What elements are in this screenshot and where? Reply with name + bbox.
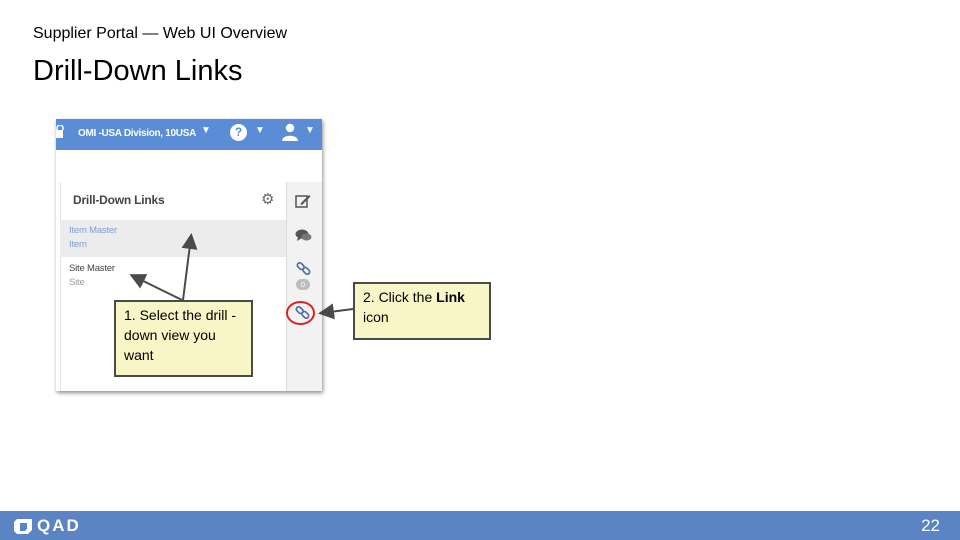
qad-logo: QAD [14, 517, 81, 535]
item-master-link[interactable]: Item Master [69, 225, 117, 236]
callout-select-view: 1. Select the drill -down view you want [114, 300, 253, 377]
callout-click-prefix: 2. Click the [363, 289, 437, 305]
arrow-to-link-icon [318, 303, 354, 320]
link-count-badge: 0 [296, 279, 310, 290]
callout-click-bold: Link [436, 289, 465, 305]
chevron-down-icon[interactable]: ▼ [201, 125, 211, 136]
slide-subtitle: Supplier Portal — Web UI Overview [33, 25, 288, 42]
panel-title: Drill-Down Links [73, 193, 165, 207]
chat-icon[interactable] [295, 229, 312, 243]
user-icon[interactable] [282, 123, 298, 141]
item-master-sub: Item [69, 239, 87, 250]
help-icon[interactable]: ? [230, 124, 247, 141]
chevron-down-icon[interactable]: ▼ [255, 125, 265, 136]
logo-text: QAD [37, 516, 81, 535]
slide-title: Drill-Down Links [33, 55, 243, 87]
highlight-circle [286, 301, 315, 325]
division-selector[interactable]: OMI -USA Division, 10USA [78, 128, 196, 139]
edit-icon[interactable] [295, 193, 311, 209]
site-master-link[interactable]: Site Master [69, 263, 115, 274]
site-master-sub: Site [69, 277, 85, 288]
logo-mark-icon [14, 518, 32, 534]
callout-click-link: 2. Click the Link icon [353, 282, 491, 340]
gear-icon[interactable]: ⚙ [261, 190, 274, 208]
link-icon[interactable] [296, 261, 311, 276]
page-number: 22 [921, 516, 940, 535]
app-top-bar: OMI -USA Division, 10USA ▼ ? ▼ ▼ [56, 119, 322, 150]
lock-icon [56, 125, 64, 138]
callout-click-suffix: icon [363, 309, 389, 325]
chevron-down-icon[interactable]: ▼ [305, 125, 315, 136]
footer-bar: QAD 22 [0, 511, 960, 540]
